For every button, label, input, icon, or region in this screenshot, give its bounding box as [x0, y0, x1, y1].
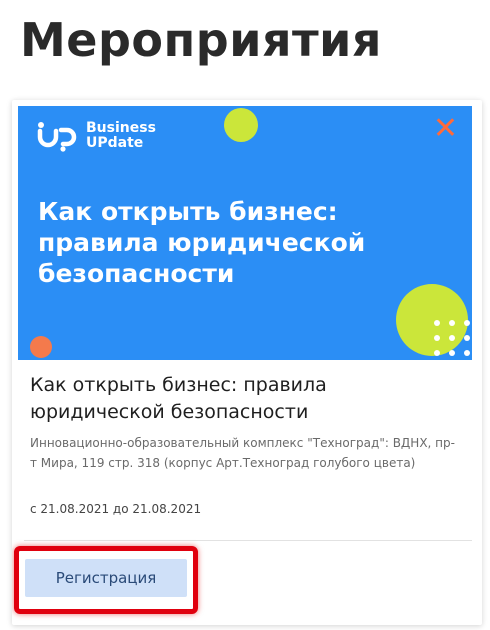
decor-dots-icon: [434, 320, 470, 356]
register-button[interactable]: Регистрация: [25, 559, 187, 597]
up-logo-icon: [37, 122, 77, 152]
event-dates: с 21.08.2021 до 21.08.2021: [30, 502, 202, 516]
event-banner[interactable]: Business UPdate ✕ Как открыть бизнес: пр…: [18, 106, 472, 360]
event-card[interactable]: Business UPdate ✕ Как открыть бизнес: пр…: [12, 100, 482, 625]
event-title[interactable]: Как открыть бизнес: правила юридической …: [30, 372, 460, 426]
business-update-logo: Business UPdate: [36, 120, 156, 152]
logo-text-line2: UPdate: [86, 135, 144, 151]
divider: [24, 540, 472, 541]
event-location: Инновационно-образовательный комплекс "Т…: [30, 436, 455, 470]
banner-heading: Как открыть бизнес: правила юридической …: [38, 197, 366, 288]
logo-text: Business UPdate: [86, 121, 156, 151]
close-icon: ✕: [432, 111, 458, 146]
decor-circle-orange: [30, 336, 52, 358]
logo-text-line1: Business: [86, 120, 156, 136]
decor-circle-lime: [224, 108, 258, 142]
page-title: Мероприятия: [20, 13, 382, 67]
register-highlight: Регистрация: [14, 546, 198, 614]
